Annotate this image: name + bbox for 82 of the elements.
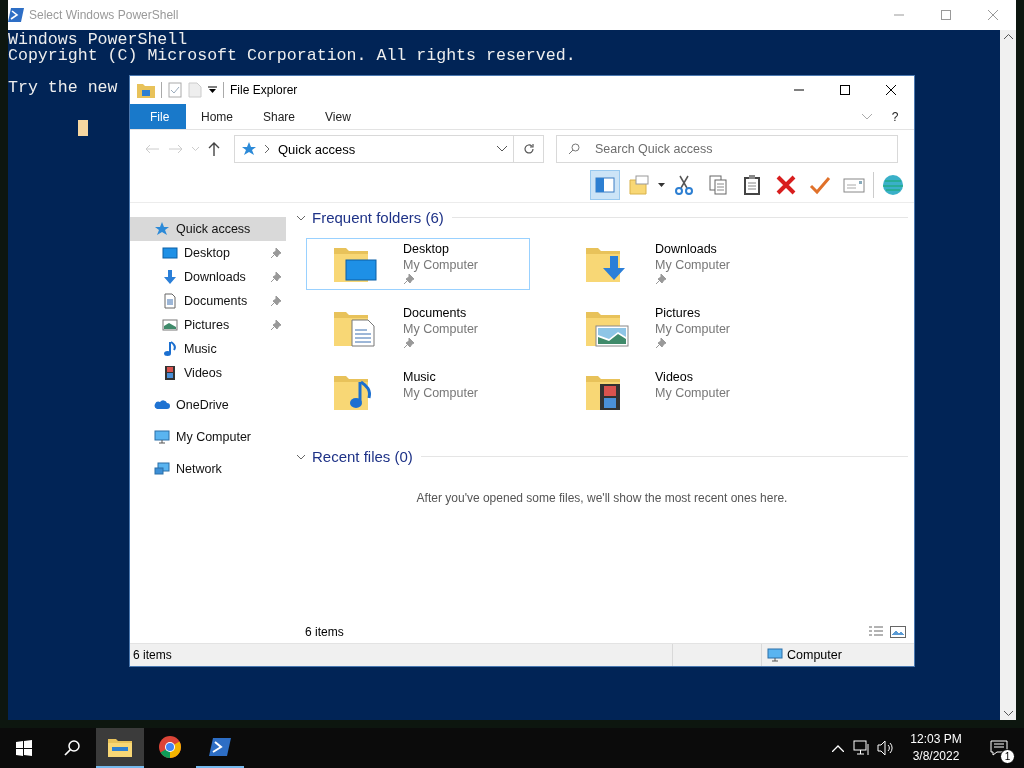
- speaker-icon[interactable]: [877, 740, 895, 756]
- sidebar-item[interactable]: Videos: [130, 361, 286, 385]
- folder-tile[interactable]: Documents My Computer: [306, 302, 530, 354]
- file-menu-tab[interactable]: File: [130, 104, 186, 129]
- empty-message: After you've opened some files, we'll show the most recent ones here.: [416, 491, 788, 505]
- search-field[interactable]: Search Quick access: [556, 135, 898, 163]
- section-header[interactable]: Recent files (0): [296, 448, 413, 465]
- folder-icon: [108, 737, 132, 757]
- network-icon: [154, 461, 170, 477]
- folder-tile[interactable]: Music My Computer: [306, 366, 530, 418]
- ribbon-tab[interactable]: Home: [186, 104, 248, 129]
- help-button[interactable]: ?: [880, 108, 910, 125]
- preview-pane-icon: [594, 174, 616, 196]
- powershell-icon: [209, 738, 231, 756]
- notification-badge: 1: [1000, 749, 1015, 764]
- status-location: Computer: [787, 648, 842, 662]
- folder-icon: [137, 82, 155, 98]
- sidebar-item[interactable]: My Computer: [130, 425, 286, 449]
- refresh-button[interactable]: [514, 135, 544, 163]
- address-bar[interactable]: Quick access: [234, 135, 514, 163]
- search-icon: [64, 740, 80, 756]
- dropdown-caret-icon[interactable]: [658, 183, 665, 187]
- sidebar-item[interactable]: Downloads: [130, 265, 286, 289]
- sidebar-item[interactable]: Music: [130, 337, 286, 361]
- star-icon: [154, 221, 170, 237]
- document-icon: [162, 293, 178, 309]
- folder-tile[interactable]: Videos My Computer: [558, 366, 782, 418]
- new-folder-icon: [628, 174, 650, 196]
- window-title: File Explorer: [230, 83, 298, 97]
- scroll-down-icon[interactable]: [1003, 711, 1013, 716]
- text-cursor: [77, 120, 88, 136]
- status-text: 6 items: [133, 648, 172, 662]
- close-icon[interactable]: [886, 85, 896, 95]
- chevron-icon[interactable]: [497, 146, 507, 152]
- download-arrow-icon: [162, 269, 178, 285]
- picture-icon: [162, 317, 178, 333]
- sidebar-item[interactable]: Desktop: [130, 241, 286, 265]
- clock[interactable]: 12:03 PM 3/8/2022: [898, 728, 974, 768]
- folder-tile[interactable]: Desktop My Computer: [306, 238, 530, 290]
- monitor-icon: [162, 245, 178, 261]
- notification-button[interactable]: 1: [974, 728, 1024, 768]
- sidebar-item[interactable]: OneDrive: [130, 393, 286, 417]
- scissors-icon: [673, 174, 695, 196]
- maximize-icon[interactable]: [840, 85, 850, 95]
- ribbon-tab[interactable]: View: [310, 104, 366, 129]
- music-note-icon: [162, 341, 178, 357]
- large-icons-view-icon[interactable]: [890, 626, 906, 638]
- scrollbar[interactable]: [1000, 30, 1016, 720]
- star-icon: [241, 141, 257, 157]
- item-count: 6 items: [305, 625, 344, 639]
- dropdown-caret-icon[interactable]: [208, 86, 217, 94]
- section-header[interactable]: Frequent folders (6): [296, 209, 444, 226]
- window-title: Select Windows PowerShell: [29, 8, 179, 22]
- console-text: Windows PowerShell: [8, 30, 188, 49]
- chevron-icon: [265, 145, 270, 153]
- windows-logo-icon: [16, 740, 32, 756]
- refresh-icon: [522, 143, 535, 155]
- delete-icon: [775, 174, 797, 196]
- network-icon[interactable]: [853, 740, 871, 756]
- clipboard-icon: [741, 174, 763, 196]
- scroll-up-icon[interactable]: [1003, 34, 1013, 39]
- computer-icon: [767, 647, 783, 663]
- sidebar-item[interactable]: Quick access: [130, 217, 286, 241]
- folder-tile[interactable]: Downloads My Computer: [558, 238, 782, 290]
- ribbon-tab[interactable]: Share: [248, 104, 311, 129]
- computer-icon: [154, 429, 170, 445]
- up-arrow-icon[interactable]: [208, 142, 220, 156]
- copy-icon: [707, 174, 729, 196]
- film-icon: [162, 365, 178, 381]
- chevron-up-icon[interactable]: [832, 744, 844, 752]
- sidebar-item[interactable]: Pictures: [130, 313, 286, 337]
- taskbar-app-button[interactable]: [96, 728, 144, 768]
- search-icon: [568, 143, 580, 155]
- globe-icon: [882, 174, 904, 196]
- console-text: Copyright (C) Microsoft Corporation. All rights reserved.: [8, 46, 576, 65]
- sidebar-item[interactable]: Documents: [130, 289, 286, 313]
- toolbar-button[interactable]: [590, 170, 620, 200]
- checkmark-icon: [809, 174, 831, 196]
- folder-tile[interactable]: Pictures My Computer: [558, 302, 782, 354]
- sidebar-item[interactable]: Network: [130, 457, 286, 481]
- chrome-icon: [158, 735, 182, 759]
- console-text: Try the new: [8, 78, 118, 97]
